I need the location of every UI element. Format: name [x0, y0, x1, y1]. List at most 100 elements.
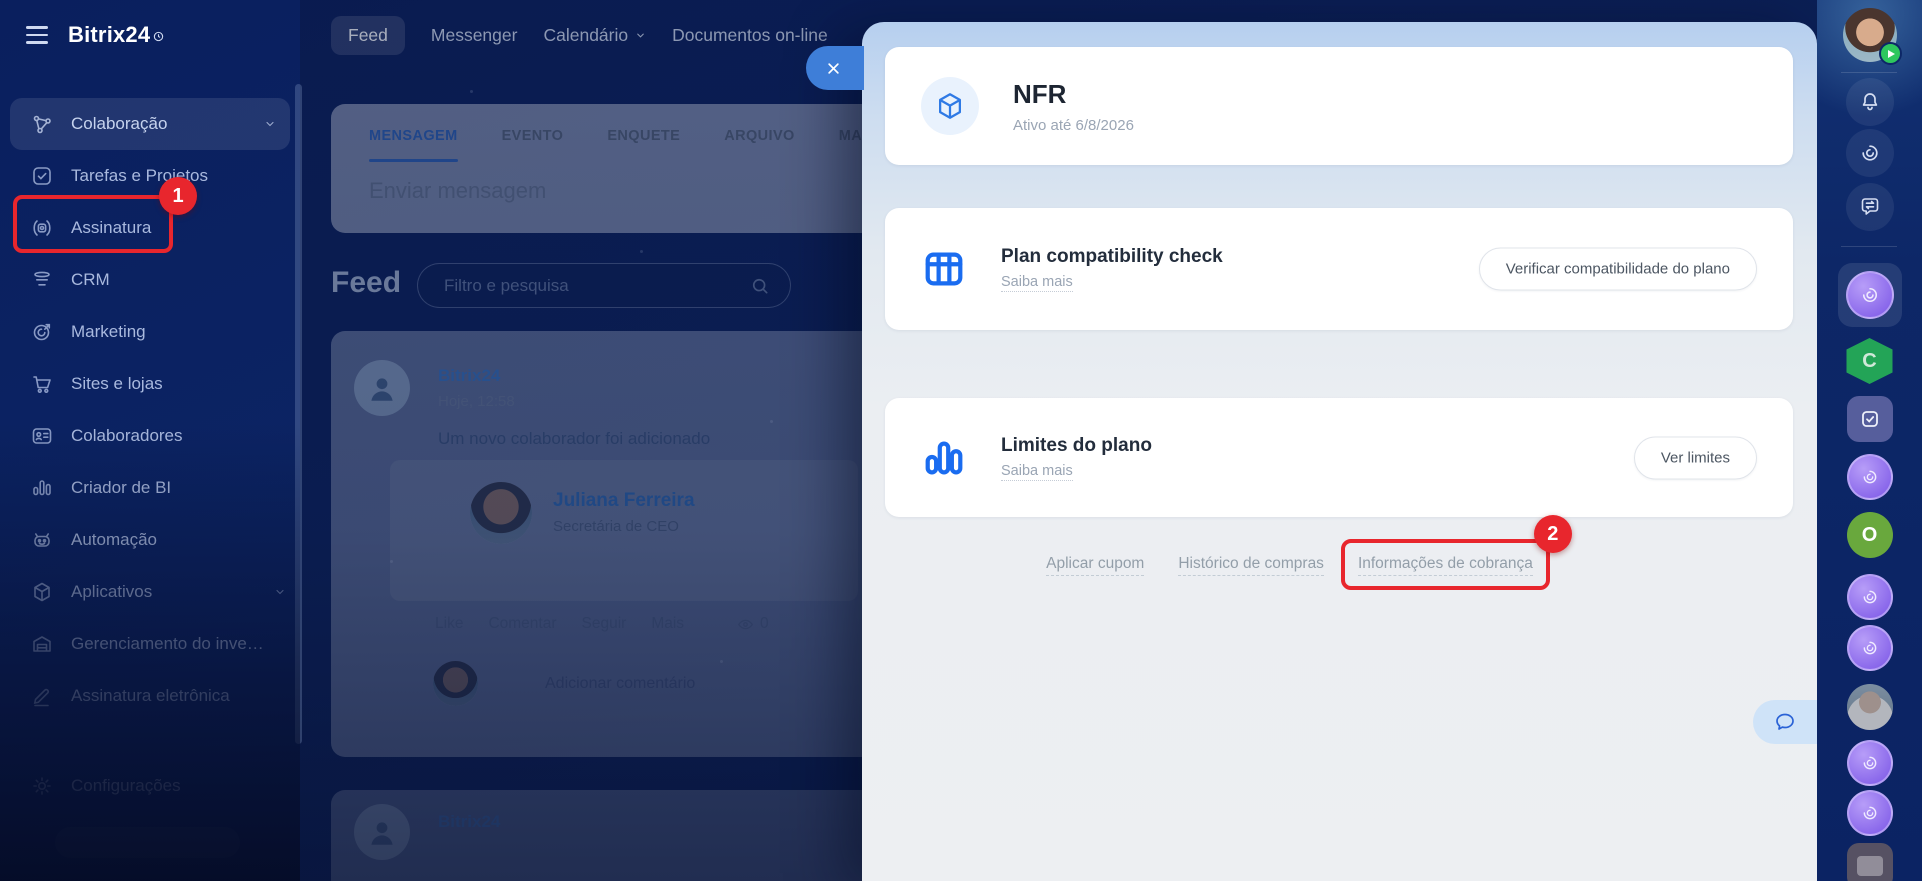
sidebar-item-apps[interactable]: Aplicativos: [0, 566, 300, 618]
plan-compatibility-card: Plan compatibility check Saiba mais Veri…: [885, 208, 1793, 330]
support-chat-button[interactable]: [1753, 700, 1817, 744]
employee-name[interactable]: Juliana Ferreira: [553, 490, 695, 512]
menu-burger-icon[interactable]: [26, 26, 48, 44]
feed-search-placeholder: Filtro e pesquisa: [444, 275, 569, 295]
search-icon: [752, 278, 768, 293]
tab-message[interactable]: MENSAGEM: [369, 128, 458, 162]
comment-input[interactable]: Adicionar comentário: [545, 675, 695, 693]
bell-icon: [1862, 93, 1877, 111]
media-app-icon[interactable]: [1846, 843, 1893, 881]
sidebar-item-employees[interactable]: Colaboradores: [0, 410, 300, 462]
views-count: 0: [760, 615, 769, 632]
billing-info-link[interactable]: Informações de cobrança 2: [1340, 515, 1572, 590]
copilot-app-icon: [1845, 271, 1894, 319]
copilot-button[interactable]: [1845, 129, 1894, 177]
post-author-avatar[interactable]: [354, 804, 410, 860]
learn-more-link[interactable]: Saiba mais: [1001, 274, 1073, 292]
sidebar-item-settings[interactable]: Configurações: [0, 760, 300, 812]
feed-search-input[interactable]: Filtro e pesquisa: [417, 263, 791, 308]
notifications-button[interactable]: [1845, 78, 1894, 126]
comment-button[interactable]: Comentar: [488, 615, 556, 633]
tab-poll[interactable]: ENQUETE: [607, 128, 680, 154]
copilot-app-icon[interactable]: [1846, 454, 1893, 500]
sidebar-item-label: Gerenciamento do inve…: [71, 634, 264, 653]
decor-star: [470, 90, 473, 93]
sidebar-item-label: Automação: [71, 530, 157, 549]
sidebar-item-label: Assinatura: [71, 218, 152, 237]
post-author-avatar[interactable]: [354, 360, 410, 416]
sidebar-item-bi-builder[interactable]: Criador de BI: [0, 462, 300, 514]
marketing-icon: [33, 323, 51, 341]
cart-icon: [33, 376, 51, 393]
tasks-app-icon[interactable]: [1846, 396, 1893, 442]
nav-messenger[interactable]: Messenger: [431, 25, 518, 46]
id-card-icon: [32, 428, 52, 444]
green-app-icon[interactable]: O: [1846, 512, 1893, 558]
user-avatar[interactable]: [1846, 684, 1893, 730]
tab-event[interactable]: EVENTO: [502, 128, 564, 154]
translate-chat-button[interactable]: [1845, 183, 1894, 231]
bitrix24-app: Feed Messenger Calendário Documentos on-…: [0, 0, 1922, 881]
nav-calendar-label: Calendário: [543, 25, 629, 45]
license-card: NFR Ativo até 6/8/2026: [885, 47, 1793, 165]
sidebar-item-tasks[interactable]: Tarefas e Projetos: [0, 150, 300, 202]
logo-clock-icon: [154, 31, 164, 42]
app-logo[interactable]: Bitrix24: [68, 22, 164, 48]
employee-avatar[interactable]: [470, 482, 532, 544]
pen-icon: [33, 688, 49, 707]
apply-coupon-link[interactable]: Aplicar cupom: [1046, 555, 1145, 576]
learn-more-link[interactable]: Saiba mais: [1001, 463, 1073, 481]
plan-compatibility-text: Plan compatibility check Saiba mais: [1001, 246, 1223, 292]
current-user-avatar: [433, 661, 478, 706]
purchase-history-link[interactable]: Histórico de compras: [1178, 555, 1324, 576]
logo-row: Bitrix24: [26, 22, 164, 48]
eye-icon: [738, 619, 754, 629]
copilot-swirl-icon: [1863, 756, 1876, 770]
sidebar-bottom-button[interactable]: [55, 827, 240, 858]
nav-feed[interactable]: Feed: [331, 16, 405, 55]
post-author-name[interactable]: Bitrix24: [438, 812, 500, 832]
sidebar-item-inventory[interactable]: Gerenciamento do inve…: [0, 618, 300, 670]
copilot-app-icon[interactable]: [1846, 790, 1893, 836]
nav-docs[interactable]: Documentos on-line: [672, 25, 828, 46]
copilot-app-icon[interactable]: [1846, 740, 1893, 786]
cube-icon: [939, 93, 961, 119]
copilot-swirl-icon: [1863, 806, 1876, 820]
profile-avatar[interactable]: [1842, 8, 1902, 65]
sidebar-item-esignature[interactable]: Assinatura eletrônica: [0, 670, 300, 722]
status-play-badge: [1878, 42, 1902, 65]
sidebar-item-automation[interactable]: Automação: [0, 514, 300, 566]
chat-bubble-icon: [1776, 713, 1794, 730]
subscription-icon: [33, 220, 51, 236]
sidebar-item-sites[interactable]: Sites e lojas: [0, 358, 300, 410]
plan-expiry: Ativo até 6/8/2026: [1013, 116, 1134, 134]
message-input[interactable]: Enviar mensagem: [369, 178, 546, 204]
tab-file[interactable]: ARQUIVO: [724, 128, 794, 154]
sidebar-item-label: Criador de BI: [71, 478, 172, 497]
copilot-app-icon[interactable]: [1846, 625, 1893, 671]
copilot-app-icon[interactable]: [1846, 574, 1893, 620]
post-actions: Like Comentar Seguir Mais 0: [435, 615, 769, 633]
sidebar-item-collaboration[interactable]: Colaboração: [10, 98, 290, 150]
like-button[interactable]: Like: [435, 615, 463, 633]
hexagon-app-icon[interactable]: C: [1846, 338, 1893, 384]
sidebar-item-subscription[interactable]: 1 Assinatura: [0, 177, 300, 254]
sidebar-item-crm[interactable]: CRM: [0, 254, 300, 306]
license-text: NFR Ativo até 6/8/2026: [1013, 79, 1134, 134]
view-limits-button[interactable]: Ver limites: [1633, 436, 1757, 479]
post-author-name[interactable]: Bitrix24: [438, 366, 500, 386]
table-icon: [925, 252, 963, 286]
follow-button[interactable]: Seguir: [582, 615, 627, 633]
sidebar-item-marketing[interactable]: Marketing: [0, 306, 300, 358]
nav-calendar[interactable]: Calendário: [543, 25, 646, 46]
more-button[interactable]: Mais: [651, 615, 684, 633]
hexagon-label: C: [1862, 349, 1877, 372]
nav-docs-label: Documentos on-line: [672, 25, 828, 45]
post-timestamp: Hoje, 12:58: [438, 393, 515, 410]
media-thumb: [1856, 856, 1883, 876]
sidebar-item-label: Colaboradores: [71, 426, 183, 445]
verify-compatibility-button[interactable]: Verificar compatibilidade do plano: [1478, 247, 1757, 291]
close-button[interactable]: [806, 46, 864, 90]
active-copilot-app[interactable]: [1837, 263, 1902, 327]
play-icon: [1887, 49, 1895, 58]
